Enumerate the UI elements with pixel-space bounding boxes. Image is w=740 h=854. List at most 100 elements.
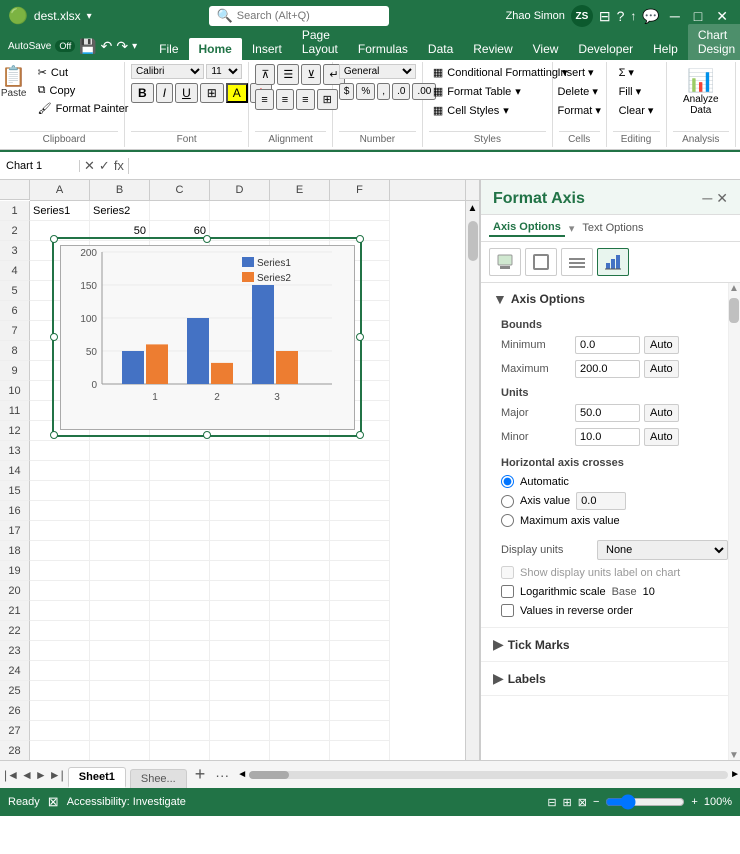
cell-14-E[interactable] [270, 461, 330, 481]
panel-scroll-down[interactable]: ▼ [729, 750, 739, 760]
copy-button[interactable]: ⧉ Copy [34, 82, 133, 99]
cell-17-E[interactable] [270, 521, 330, 541]
cell-21-C[interactable] [150, 601, 210, 621]
minor-input[interactable] [575, 428, 640, 446]
tick-marks-section[interactable]: ▶ Tick Marks [481, 628, 740, 662]
save-icon[interactable]: 💾 [79, 38, 96, 55]
cell-19-C[interactable] [150, 561, 210, 581]
cell-24-B[interactable] [90, 661, 150, 681]
align-top-button[interactable]: ⊼ [255, 64, 275, 85]
cell-17-A[interactable] [30, 521, 90, 541]
delete-button[interactable]: Delete ▾ [553, 83, 601, 100]
cell-22-C[interactable] [150, 621, 210, 641]
chevron-down-icon[interactable]: ▾ [87, 11, 92, 22]
search-box[interactable]: 🔍 [209, 6, 389, 26]
page-layout-icon[interactable]: ⊞ [563, 796, 572, 809]
row-header-8[interactable]: 8 [0, 341, 30, 361]
cell-20-D[interactable] [210, 581, 270, 601]
formula-input[interactable] [129, 159, 740, 173]
font-size-select[interactable]: 11 [206, 64, 242, 79]
col-header-F[interactable]: F [330, 180, 390, 200]
row-header-12[interactable]: 12 [0, 421, 30, 441]
row-header-15[interactable]: 15 [0, 481, 30, 501]
cells-container[interactable]: Series1Series250601003215050 200 150 100 [30, 201, 465, 760]
cell-26-D[interactable] [210, 701, 270, 721]
font-family-select[interactable]: Calibri [131, 64, 204, 79]
decrease-decimal-button[interactable]: .0 [392, 83, 410, 100]
row-header-16[interactable]: 16 [0, 501, 30, 521]
row-header-3[interactable]: 3 [0, 241, 30, 261]
cell-23-F[interactable] [330, 641, 390, 661]
cell-20-B[interactable] [90, 581, 150, 601]
radio-automatic[interactable] [501, 475, 514, 488]
tab-review[interactable]: Review [463, 38, 522, 60]
minor-auto-button[interactable]: Auto [644, 428, 679, 446]
cell-22-B[interactable] [90, 621, 150, 641]
cell-13-D[interactable] [210, 441, 270, 461]
cell-24-A[interactable] [30, 661, 90, 681]
h-scroll-thumb-2[interactable] [249, 771, 289, 779]
cell-24-C[interactable] [150, 661, 210, 681]
cell-13-E[interactable] [270, 441, 330, 461]
cell-21-E[interactable] [270, 601, 330, 621]
cell-14-D[interactable] [210, 461, 270, 481]
minimum-input[interactable] [575, 336, 640, 354]
row-header-4[interactable]: 4 [0, 261, 30, 281]
cell-1-F[interactable] [330, 201, 390, 221]
h-scroll-right[interactable]: ► [730, 769, 740, 780]
cell-20-C[interactable] [150, 581, 210, 601]
clear-button[interactable]: Clear ▾ [615, 102, 658, 119]
normal-view-icon[interactable]: ⊟ [547, 796, 556, 809]
tab-view[interactable]: View [523, 38, 569, 60]
align-right-button[interactable]: ≡ [296, 89, 314, 110]
tab-axis-options[interactable]: Axis Options [489, 219, 565, 237]
chart-container[interactable]: 200 150 100 50 0 1 [60, 245, 355, 430]
cell-23-B[interactable] [90, 641, 150, 661]
row-header-20[interactable]: 20 [0, 581, 30, 601]
row-header-11[interactable]: 11 [0, 401, 30, 421]
row-header-19[interactable]: 19 [0, 561, 30, 581]
fill-color-button[interactable]: A [226, 83, 248, 103]
conditional-formatting-button[interactable]: ▦ Conditional Formatting ▾ [429, 64, 572, 81]
row-header-9[interactable]: 9 [0, 361, 30, 381]
underline-button[interactable]: U [175, 83, 198, 103]
prev-sheet-button[interactable]: ◄ [21, 768, 33, 782]
cell-26-F[interactable] [330, 701, 390, 721]
col-header-C[interactable]: C [150, 180, 210, 200]
tab-file[interactable]: File [149, 38, 188, 60]
cell-15-A[interactable] [30, 481, 90, 501]
cell-14-A[interactable] [30, 461, 90, 481]
panel-scroll-thumb[interactable] [729, 298, 739, 323]
cell-23-A[interactable] [30, 641, 90, 661]
cell-22-F[interactable] [330, 621, 390, 641]
cell-18-D[interactable] [210, 541, 270, 561]
autosum-button[interactable]: Σ ▾ [615, 64, 638, 81]
cell-19-E[interactable] [270, 561, 330, 581]
row-header-28[interactable]: 28 [0, 741, 30, 760]
row-header-21[interactable]: 21 [0, 601, 30, 621]
row-header-7[interactable]: 7 [0, 321, 30, 341]
cell-1-D[interactable] [210, 201, 270, 221]
cell-27-F[interactable] [330, 721, 390, 741]
cell-23-E[interactable] [270, 641, 330, 661]
cell-23-C[interactable] [150, 641, 210, 661]
axis-options-header[interactable]: ▼ Axis Options [481, 283, 740, 315]
tab-formulas[interactable]: Formulas [348, 38, 418, 60]
cell-21-D[interactable] [210, 601, 270, 621]
cell-16-F[interactable] [330, 501, 390, 521]
cut-button[interactable]: ✂ Cut [34, 64, 133, 81]
panel-body[interactable]: ▲ ▼ ▼ Axis Options Bounds Minimum A [481, 283, 740, 760]
cell-19-F[interactable] [330, 561, 390, 581]
cell-2-C[interactable]: 60 [150, 221, 210, 241]
panel-icon-fill[interactable] [489, 248, 521, 276]
cell-26-E[interactable] [270, 701, 330, 721]
cell-2-E[interactable] [270, 221, 330, 241]
radio-axis-value[interactable] [501, 495, 514, 508]
cell-21-F[interactable] [330, 601, 390, 621]
format-table-button[interactable]: ▦ Format Table ▾ [429, 83, 525, 100]
sheet-options-button[interactable]: ··· [211, 767, 233, 783]
cell-18-B[interactable] [90, 541, 150, 561]
tab-help[interactable]: Help [643, 38, 688, 60]
analyze-data-button[interactable]: 📊 Analyze Data [673, 64, 730, 120]
cell-25-B[interactable] [90, 681, 150, 701]
